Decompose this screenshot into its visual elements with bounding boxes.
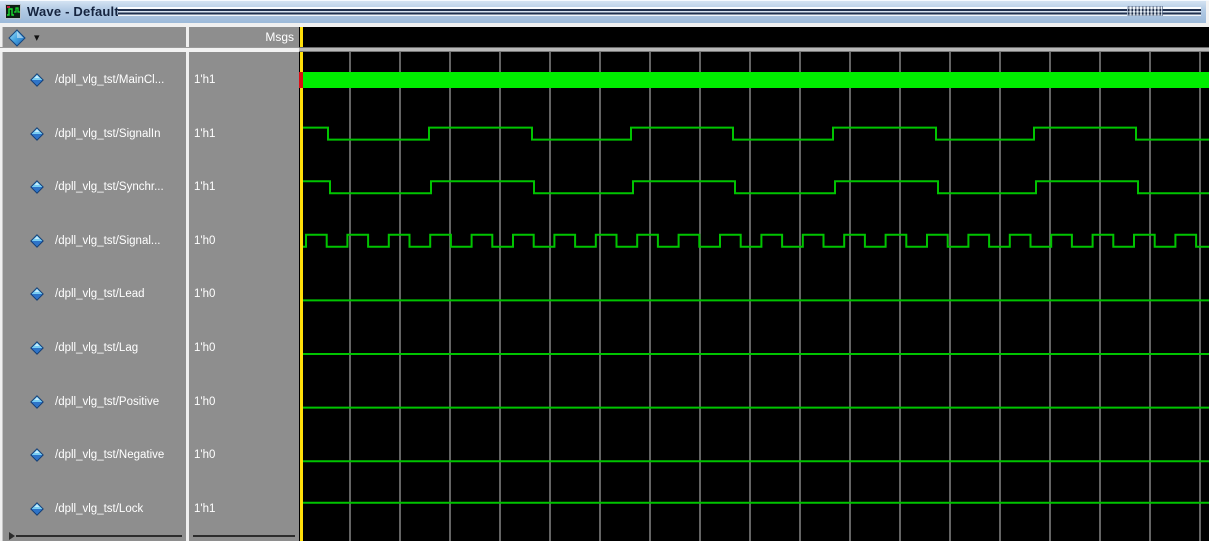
signal-value: 1'h0: [194, 342, 216, 354]
wave-background: [299, 27, 1209, 541]
signal-name: /dpll_vlg_tst/Lock: [55, 502, 144, 515]
dropdown-caret-icon: ▾: [34, 32, 40, 44]
signal-diamond-icon: [30, 73, 44, 87]
signal-diamond-icon: [30, 448, 44, 463]
signal-name: /dpll_vlg_tst/SignalIn: [55, 127, 161, 140]
signal-name: /dpll_vlg_tst/Synchr...: [55, 181, 164, 194]
signal-row[interactable]: /dpll_vlg_tst/Negative: [3, 434, 186, 476]
titlebar-grip[interactable]: [1127, 6, 1163, 16]
signal-row[interactable]: /dpll_vlg_tst/Lead: [3, 273, 186, 315]
signal-value: 1'h0: [194, 395, 216, 408]
signal-value: 1'h1: [194, 127, 216, 140]
signal-row[interactable]: /dpll_vlg_tst/Signal...: [3, 220, 186, 262]
header-separator-left: [0, 47, 299, 52]
signal-name: /dpll_vlg_tst/Lead: [55, 288, 145, 301]
signal-diamond-icon: [30, 394, 44, 409]
signal-row[interactable]: /dpll_vlg_tst/Synchr...: [3, 166, 186, 208]
header-separator-right: [299, 47, 1209, 52]
msgs-panel-scrollbar[interactable]: [193, 535, 295, 537]
signal-name: /dpll_vlg_tst/Positive: [55, 395, 160, 408]
signal-diamond-icon: [30, 233, 44, 248]
signal-diamond-icon: [30, 180, 44, 195]
signal-row[interactable]: /dpll_vlg_tst/MainCl...: [3, 59, 186, 101]
signal-name: /dpll_vlg_tst/Lag: [55, 342, 139, 354]
wave-window-icon: [5, 4, 21, 19]
signal-value: 1'h0: [194, 234, 216, 247]
signal-value: 1'h1: [194, 74, 216, 86]
signal-name: /dpll_vlg_tst/Signal...: [55, 234, 161, 247]
signal-diamond-icon: [30, 341, 44, 355]
signal-row[interactable]: /dpll_vlg_tst/Lock: [3, 488, 186, 530]
diamond-dropdown-icon: [8, 29, 26, 47]
signal-diamond-icon: [30, 126, 44, 141]
msgs-column-header[interactable]: Msgs: [189, 27, 299, 47]
cursor-edge-marker: [299, 72, 303, 88]
signal-name: /dpll_vlg_tst/Negative: [55, 449, 165, 462]
wave-canvas[interactable]: [299, 27, 1209, 541]
wave-window: Wave - Default ▾ Msgs /dpll_vlg_tst/Main…: [0, 0, 1209, 541]
signal-row[interactable]: /dpll_vlg_tst/SignalIn: [3, 113, 186, 155]
name-panel-scroll-arrow-icon[interactable]: [9, 532, 15, 540]
titlebar-stripes: [118, 7, 1201, 18]
signal-value: 1'h1: [194, 181, 216, 194]
signal-value: 1'h0: [194, 288, 216, 301]
signal-diamond-icon: [30, 287, 44, 302]
waveform-clock-bar: [303, 72, 1209, 88]
signal-name: /dpll_vlg_tst/MainCl...: [55, 74, 165, 86]
signal-row[interactable]: /dpll_vlg_tst/Positive: [3, 381, 186, 423]
signal-diamond-icon: [30, 501, 44, 516]
window-title: Wave - Default: [27, 4, 119, 19]
name-panel-scrollbar[interactable]: [16, 535, 182, 537]
signal-row[interactable]: /dpll_vlg_tst/Lag: [3, 327, 186, 369]
signal-tree-dropdown[interactable]: ▾: [8, 29, 48, 47]
signal-value: 1'h1: [194, 502, 216, 515]
signal-value: 1'h0: [194, 449, 216, 462]
titlebar[interactable]: Wave - Default: [0, 0, 1209, 24]
